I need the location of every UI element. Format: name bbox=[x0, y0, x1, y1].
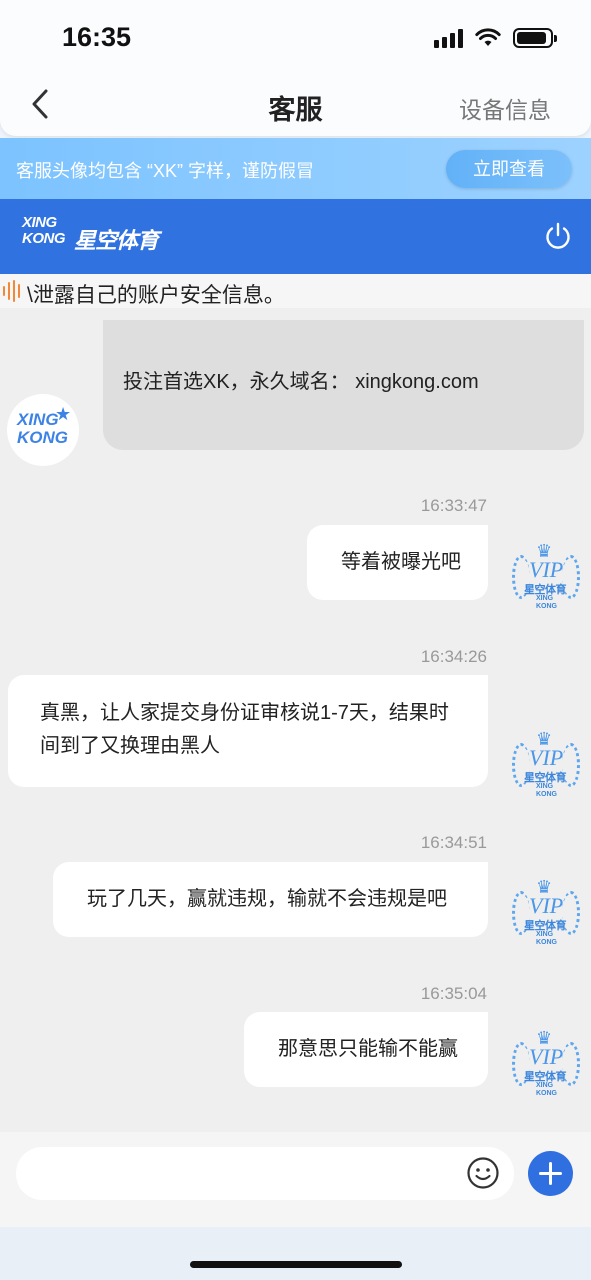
battery-icon bbox=[513, 28, 557, 48]
header: 16:35 客服 设备信息 bbox=[0, 0, 591, 136]
message-bubble[interactable]: 等着被曝光吧 bbox=[307, 525, 488, 600]
plus-icon[interactable] bbox=[528, 1151, 573, 1196]
vip-avatar: ♛ VIP 星空体育 XING KONG bbox=[510, 541, 582, 615]
message-bubble[interactable]: 那意思只能输不能赢 bbox=[244, 1012, 488, 1087]
emoji-icon[interactable] bbox=[466, 1156, 500, 1190]
input-bar bbox=[0, 1132, 591, 1227]
view-now-button[interactable]: 立即查看 bbox=[446, 150, 572, 188]
notice-banner: 客服头像均包含 “XK” 字样，谨防假冒 立即查看 bbox=[0, 138, 591, 199]
vip-avatar: ♛ VIP 星空体育 XING KONG bbox=[510, 877, 582, 951]
message-timestamp: 16:33:47 bbox=[420, 496, 487, 515]
system-message: 投注首选XK，永久域名： xingkong.com bbox=[103, 320, 584, 450]
bottom-safe-area bbox=[0, 1227, 591, 1280]
brand-logo: XING KONG 星空体育 bbox=[22, 211, 162, 257]
brand-bar: XING KONG 星空体育 bbox=[0, 199, 591, 274]
message-bubble[interactable]: 玩了几天，赢就违规，输就不会违规是吧 bbox=[53, 862, 488, 937]
system-message-text: 投注首选XK，永久域名： xingkong.com bbox=[123, 371, 479, 393]
battery-level bbox=[517, 32, 546, 44]
power-icon[interactable] bbox=[543, 221, 573, 251]
scrolled-message: \泄露自己的账户安全信息。 bbox=[0, 274, 591, 308]
scrolled-message-text: \泄露自己的账户安全信息。 bbox=[27, 284, 285, 307]
message-timestamp: 16:34:26 bbox=[420, 647, 487, 666]
vip-avatar: ♛ VIP 星空体育 XING KONG bbox=[510, 1028, 582, 1102]
logo-cn: 星空体育 bbox=[74, 228, 159, 253]
status-time: 16:35 bbox=[62, 22, 132, 52]
back-button[interactable] bbox=[26, 86, 56, 122]
status-icons bbox=[434, 28, 557, 48]
message-bubble[interactable]: 真黑，让人家提交身份证审核说1-7天，结果时间到了又换理由黑人 bbox=[8, 675, 488, 787]
notice-text: 客服头像均包含 “XK” 字样，谨防假冒 bbox=[16, 161, 315, 181]
message-input[interactable] bbox=[16, 1147, 514, 1200]
top-bar: 16:35 客服 设备信息 bbox=[0, 0, 591, 138]
message-timestamp: 16:35:04 bbox=[420, 984, 487, 1003]
home-indicator[interactable] bbox=[190, 1261, 402, 1268]
wifi-icon bbox=[475, 28, 501, 46]
star-icon: ★ bbox=[55, 404, 72, 424]
agent-avatar: XING KONG ★ bbox=[7, 394, 79, 466]
cellular-signal-icon bbox=[434, 28, 463, 48]
logo-xingkong: XING KONG bbox=[22, 214, 66, 247]
message-timestamp: 16:34:51 bbox=[420, 833, 487, 852]
vip-avatar: ♛ VIP 星空体育 XING KONG bbox=[510, 729, 582, 803]
voice-wave-icon bbox=[3, 280, 20, 302]
device-info-button[interactable]: 设备信息 bbox=[459, 91, 551, 125]
